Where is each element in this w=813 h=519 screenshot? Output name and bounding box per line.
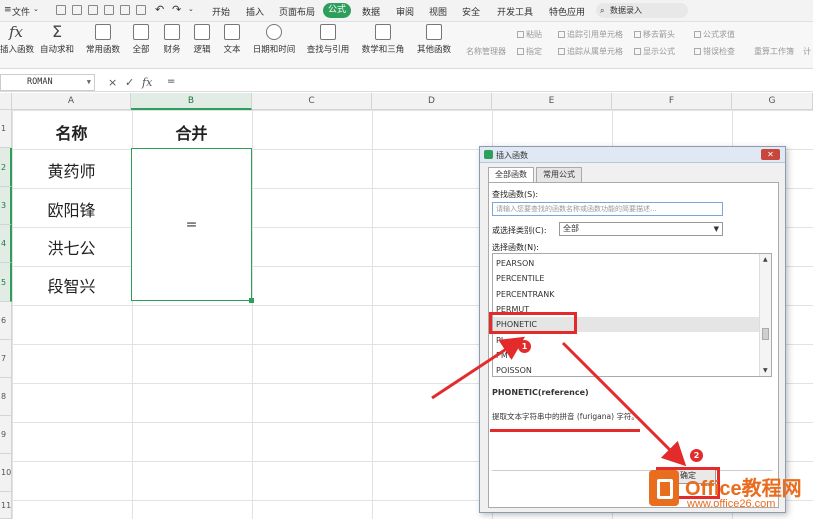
watermark-url: www.office26.com xyxy=(687,498,776,510)
arrow-to-phonetic xyxy=(431,336,526,400)
annotation-arrows xyxy=(431,336,687,467)
watermark-brand: Office教程网 xyxy=(685,478,802,500)
arrow-to-ok xyxy=(561,341,687,467)
office-logo-icon xyxy=(649,470,679,506)
watermark: Office教程网 www.office26.com xyxy=(645,466,813,519)
